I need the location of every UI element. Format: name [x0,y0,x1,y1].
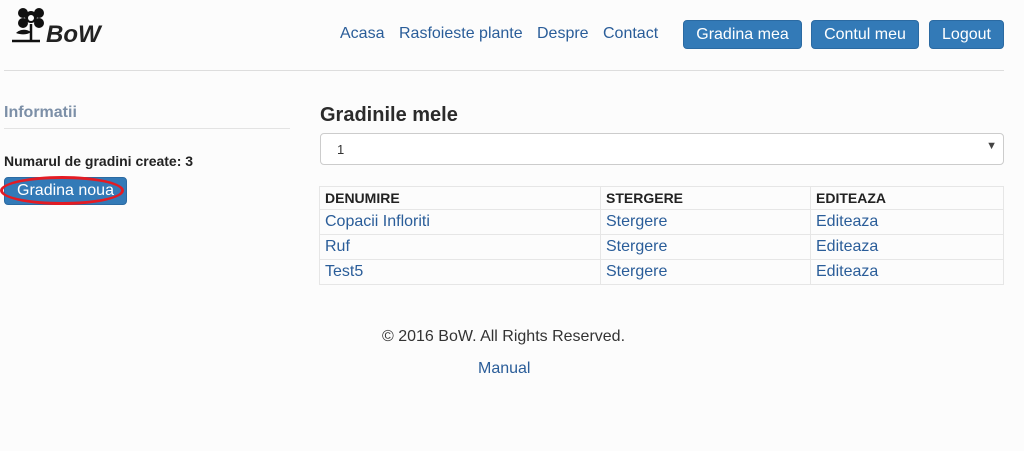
sidebar-divider [4,128,290,129]
gradina-mea-button[interactable]: Gradina mea [683,20,802,49]
brand-name: BoW [46,21,101,48]
table-header-row: DENUMIRE STERGERE EDITEAZA [319,186,1004,210]
table-row: Test5 Stergere Editeaza [319,259,1004,285]
edit-link[interactable]: Editeaza [816,263,878,280]
garden-name-link[interactable]: Copacii Infloriti [325,213,430,230]
garden-name-link[interactable]: Test5 [325,263,363,280]
header-editeaza: EDITEAZA [810,186,1004,210]
garden-name-cell: Copacii Infloriti [319,209,601,235]
caret-down-icon: ▼ [986,140,997,152]
copyright-text: © 2016 BoW. All Rights Reserved. [382,328,626,345]
garden-select[interactable]: 1 ▼ [320,133,1004,165]
gardens-table: DENUMIRE STERGERE EDITEAZA Copacii Inflo… [319,186,1004,285]
header-stergere: STERGERE [600,186,811,210]
delete-cell: Stergere [600,259,811,285]
edit-cell: Editeaza [810,259,1004,285]
header-denumire: DENUMIRE [319,186,601,210]
delete-link[interactable]: Stergere [606,263,667,280]
delete-cell: Stergere [600,209,811,235]
delete-link[interactable]: Stergere [606,213,667,230]
edit-cell: Editeaza [810,209,1004,235]
logout-button[interactable]: Logout [929,20,1004,49]
new-garden-button[interactable]: Gradina noua [4,177,127,205]
table-row: Ruf Stergere Editeaza [319,234,1004,260]
nav-link-rasfoieste-plante[interactable]: Rasfoieste plante [399,25,523,43]
edit-link[interactable]: Editeaza [816,213,878,230]
nav-link-contact[interactable]: Contact [603,25,658,43]
garden-name-cell: Ruf [319,234,601,260]
flower-icon [12,8,44,43]
garden-name-cell: Test5 [319,259,601,285]
edit-cell: Editeaza [810,234,1004,260]
edit-link[interactable]: Editeaza [816,238,878,255]
delete-cell: Stergere [600,234,811,260]
brand-logo[interactable]: BoW [6,6,116,50]
header-divider [4,70,1004,71]
nav-link-acasa[interactable]: Acasa [340,25,384,43]
page-title: Gradinile mele [320,104,458,126]
nav-link-despre[interactable]: Despre [537,25,589,43]
gardens-count-text: Numarul de gradini create: 3 [4,153,194,169]
contul-meu-button[interactable]: Contul meu [811,20,919,49]
manual-link[interactable]: Manual [478,360,530,378]
garden-name-link[interactable]: Ruf [325,238,350,255]
delete-link[interactable]: Stergere [606,238,667,255]
sidebar-title: Informatii [4,104,77,121]
garden-select-value: 1 [337,142,345,157]
table-row: Copacii Infloriti Stergere Editeaza [319,209,1004,235]
